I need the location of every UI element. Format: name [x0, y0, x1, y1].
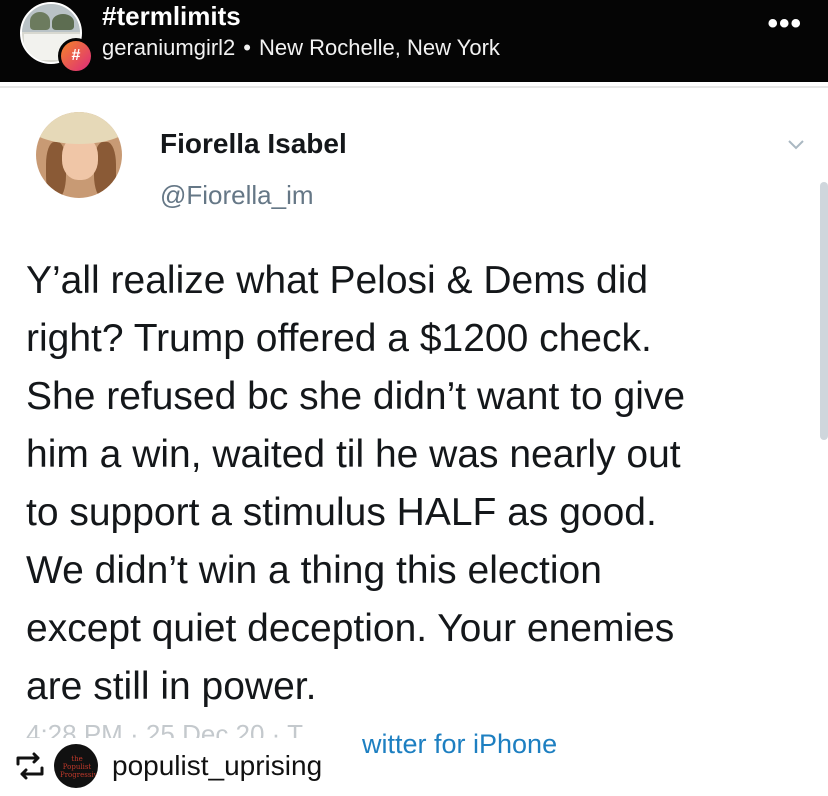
tweet-display-name[interactable]: Fiorella Isabel: [160, 128, 347, 160]
tweet-source-link[interactable]: witter for iPhone: [362, 726, 557, 762]
tweet-text-line: are still in power.: [26, 665, 317, 708]
scrollbar[interactable]: [820, 182, 828, 440]
separator-dot: •: [243, 35, 251, 60]
story-username[interactable]: geraniumgirl2: [102, 35, 235, 60]
divider: [0, 86, 828, 88]
tweet-text-line: to support a stimulus HALF as good.: [26, 491, 657, 534]
avatar[interactable]: [36, 112, 122, 198]
tweet-text: Y’all realize what Pelosi & Dems did rig…: [26, 252, 816, 716]
avatar-tree: [30, 12, 50, 30]
hashtag-title[interactable]: #termlimits: [102, 0, 241, 32]
repost-credit[interactable]: the Populist Progressive populist_uprisi…: [0, 738, 356, 796]
hashtag-icon: #: [58, 38, 94, 74]
tweet-text-line: except quiet deception. Your enemies: [26, 607, 675, 650]
avatar-tree: [52, 14, 74, 30]
tweet-handle[interactable]: @Fiorella_im: [160, 180, 314, 210]
repost-username[interactable]: populist_uprising: [112, 746, 322, 786]
story-header: # #termlimits geraniumgirl2 • New Rochelle…: [0, 0, 828, 82]
more-options-icon[interactable]: •••: [767, 4, 802, 44]
repost-avatar[interactable]: the Populist Progressive: [54, 744, 98, 788]
tweet-text-line: him a win, waited til he was nearly out: [26, 433, 681, 476]
story-subline: geraniumgirl2 • New Rochelle, New York: [102, 34, 500, 62]
story-screen: # #termlimits geraniumgirl2 • New Rochelle…: [0, 0, 828, 796]
story-location[interactable]: New Rochelle, New York: [259, 35, 500, 60]
repost-icon: [16, 752, 44, 780]
tweet-text-line: She refused bc she didn’t want to give: [26, 375, 686, 418]
avatar-hat: [36, 112, 122, 144]
tweet-text-line: Y’all realize what Pelosi & Dems did: [26, 259, 649, 302]
tweet-text-line: We didn’t win a thing this election: [26, 549, 602, 592]
chevron-down-icon[interactable]: [786, 134, 806, 154]
tweet-card: Fiorella Isabel @Fiorella_im Y’all reali…: [0, 90, 828, 796]
repost-avatar-text: the Populist Progressive: [60, 755, 98, 779]
tweet-text-line: right? Trump offered a $1200 check.: [26, 317, 652, 360]
